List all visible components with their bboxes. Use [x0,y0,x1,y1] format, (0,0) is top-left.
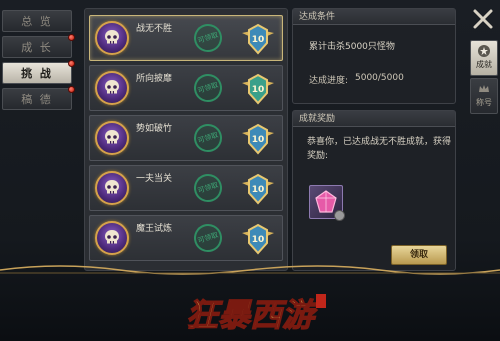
achievement-row[interactable]: 战无不胜 可领取 10 [89,15,283,61]
category-growth-tab[interactable]: 成 长 [2,34,75,58]
claimable-stamp: 可领取 [190,220,226,256]
achievement-row[interactable]: 一夫当关 可领取 10 [89,165,283,211]
notification-dot-icon [68,60,75,67]
progress-value: 5000/5000 [355,73,404,83]
side-tab-label: 成就 [476,60,492,69]
achievement-title: 势如破竹 [136,124,173,134]
condition-text: 累计击杀5000只怪物 [309,42,395,52]
lock-icon [334,210,345,221]
achievement-row[interactable]: 魔王试炼 可领取 10 [89,215,283,261]
category-virtue-tab[interactable]: 稿 德 [2,86,75,110]
skull-badge-icon [95,171,129,205]
skull-badge-icon [95,71,129,105]
achievement-list[interactable]: 战无不胜 可领取 10 所向披靡 可领取 10 势如破竹 可领取 10 一夫当关… [84,8,288,271]
winged-level-emblem-icon: 10 [242,23,274,55]
reward-panel: 成就奖励 恭喜你，已达成战无不胜成就，获得奖励: 领取 [292,110,456,271]
claimable-stamp: 可领取 [190,70,226,106]
crown-icon [479,85,489,92]
emblem-level: 10 [252,135,265,145]
reward-text: 恭喜你，已达成战无不胜成就，获得奖励: [307,137,452,161]
emblem-level: 10 [252,185,265,195]
winged-level-emblem-icon: 10 [242,223,274,255]
emblem-level: 10 [252,235,265,245]
category-label: 挑 战 [21,67,53,80]
winged-level-emblem-icon: 10 [242,173,274,205]
side-tab-achievement[interactable]: 成就 [470,40,498,76]
notification-dot-icon [68,34,75,41]
skull-badge-icon [95,221,129,255]
ornamental-frame [0,265,500,275]
condition-header: 达成条件 [293,9,455,25]
reward-header: 成就奖励 [293,111,455,127]
claimable-stamp: 可领取 [190,170,226,206]
claimable-stamp: 可领取 [190,20,226,56]
emblem-level: 10 [252,85,265,95]
achievement-title: 所向披靡 [136,74,173,84]
progress-label: 达成进度: [309,76,349,86]
condition-panel: 达成条件 累计击杀5000只怪物 达成进度: 5000/5000 [292,8,456,104]
side-tab-title[interactable]: 称号 [470,78,498,114]
game-ui: 总 览 成 长 挑 战 稿 德 战无不胜 可领取 10 所向披靡 可领取 10 … [0,0,500,341]
star-medal-icon [478,45,490,57]
game-logo: 狂暴西游 [185,294,326,335]
skull-badge-icon [95,21,129,55]
category-label: 成 长 [21,41,53,54]
category-label: 总 览 [21,15,53,28]
game-logo-text: 狂暴西游 [186,296,320,334]
emblem-level: 10 [252,35,265,45]
achievement-title: 魔王试炼 [136,224,173,234]
category-challenge-tab[interactable]: 挑 战 [2,60,75,84]
achievement-title: 战无不胜 [136,24,173,34]
skull-badge-icon [95,121,129,155]
achievement-row[interactable]: 所向披靡 可领取 10 [89,65,283,111]
reward-gem-item[interactable] [309,185,345,221]
category-overview-tab[interactable]: 总 览 [2,10,72,32]
side-tab-label: 称号 [476,98,492,107]
category-label: 稿 德 [21,93,53,106]
winged-level-emblem-icon: 10 [242,73,274,105]
winged-level-emblem-icon: 10 [242,123,274,155]
notification-dot-icon [68,86,75,93]
claimable-stamp: 可领取 [190,120,226,156]
achievement-row[interactable]: 势如破竹 可领取 10 [89,115,283,161]
achievement-title: 一夫当关 [136,174,173,184]
close-icon[interactable] [470,6,496,32]
